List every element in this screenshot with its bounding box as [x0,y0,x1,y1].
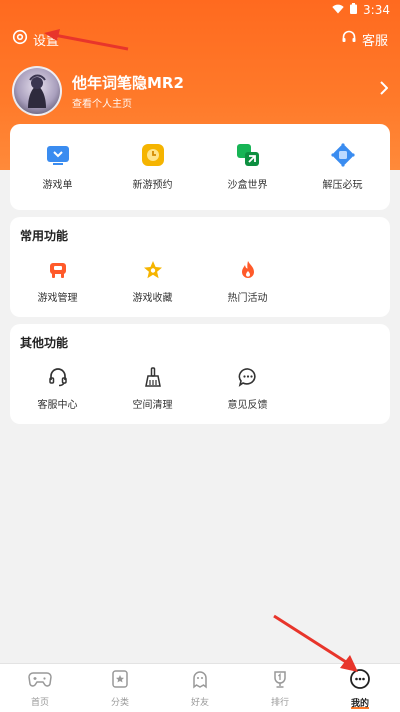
customer-service-button[interactable]: 客服 [341,29,388,49]
hot-activities-button[interactable]: 热门活动 [200,257,295,304]
quick-entry-sandbox[interactable]: 沙盒世界 [200,142,295,191]
function-label: 游戏管理 [37,293,78,304]
function-label: 空间清理 [132,400,173,411]
tab-label: 我的 [350,698,369,709]
quick-entry-label: 解压必玩 [322,180,363,191]
settings-button[interactable]: 设置 [12,29,59,49]
function-label: 意见反馈 [227,400,268,411]
gamepad-icon [28,669,52,693]
status-bar: 3:34 [0,0,400,22]
space-cleanup-button[interactable]: 空间清理 [105,364,200,411]
tab-home[interactable]: 首页 [0,664,80,712]
section-title: 其他功能 [20,336,69,350]
tab-label: 好友 [190,697,209,708]
headset-icon [341,29,357,49]
battery-icon [350,3,358,17]
fire-icon [235,257,261,283]
quick-entry-game-list[interactable]: 游戏单 [10,142,105,191]
game-list-icon [45,142,71,168]
sandbox-icon [235,142,261,168]
view-homepage-link[interactable]: 查看个人主页 [72,95,132,110]
status-time: 3:34 [363,3,390,17]
common-functions-card: 常用功能 游戏管理 游戏收藏 热门活动 [10,217,390,317]
function-label: 热门活动 [227,293,268,304]
other-functions-card: 其他功能 客服中心 空间清理 意见反馈 [10,324,390,424]
chevron-right-icon[interactable] [380,80,389,99]
feedback-button[interactable]: 意见反馈 [200,364,295,411]
me-icon [349,668,371,694]
top-bar: 设置 客服 [0,26,400,52]
tab-label: 首页 [30,697,49,708]
tab-rank[interactable]: 排行 [240,664,320,712]
quick-entry-new-games[interactable]: 新游预约 [105,142,200,191]
function-label: 游戏收藏 [132,293,173,304]
headset-icon [45,364,71,390]
tab-label: 分类 [110,697,129,708]
wifi-icon [332,3,344,17]
ghost-icon [190,669,210,693]
clock-icon [140,142,166,168]
gamepad-icon [45,257,71,283]
nickname: 他年词笔隐MR2 [72,74,184,92]
chat-bubble-icon [235,364,261,390]
service-label: 客服 [361,33,388,49]
quick-entry-card: 游戏单 新游预约 沙盒世界 解压必玩 [10,124,390,210]
tab-category[interactable]: 分类 [80,664,160,712]
game-management-button[interactable]: 游戏管理 [10,257,105,304]
star-icon [140,257,166,283]
category-icon [110,669,130,693]
broom-icon [140,364,166,390]
avatar[interactable] [12,66,62,116]
tab-me[interactable]: 我的 [320,664,400,712]
function-label: 客服中心 [37,400,78,411]
quick-entry-label: 新游预约 [132,180,173,191]
quick-entry-label: 沙盒世界 [227,180,268,191]
tab-label: 排行 [270,697,289,708]
bottom-tab-bar: 首页 分类 好友 排行 我的 [0,663,400,712]
section-title: 常用功能 [20,229,69,243]
tab-friends[interactable]: 好友 [160,664,240,712]
quick-entry-relax[interactable]: 解压必玩 [295,142,390,191]
settings-label: 设置 [33,33,60,49]
quick-entry-label: 游戏单 [42,180,73,191]
profile-row[interactable]: 他年词笔隐MR2 查看个人主页 [0,62,400,122]
game-favorites-button[interactable]: 游戏收藏 [105,257,200,304]
customer-center-button[interactable]: 客服中心 [10,364,105,411]
gear-icon [12,29,28,49]
rank-icon [270,669,290,693]
cube-icon [330,142,356,168]
